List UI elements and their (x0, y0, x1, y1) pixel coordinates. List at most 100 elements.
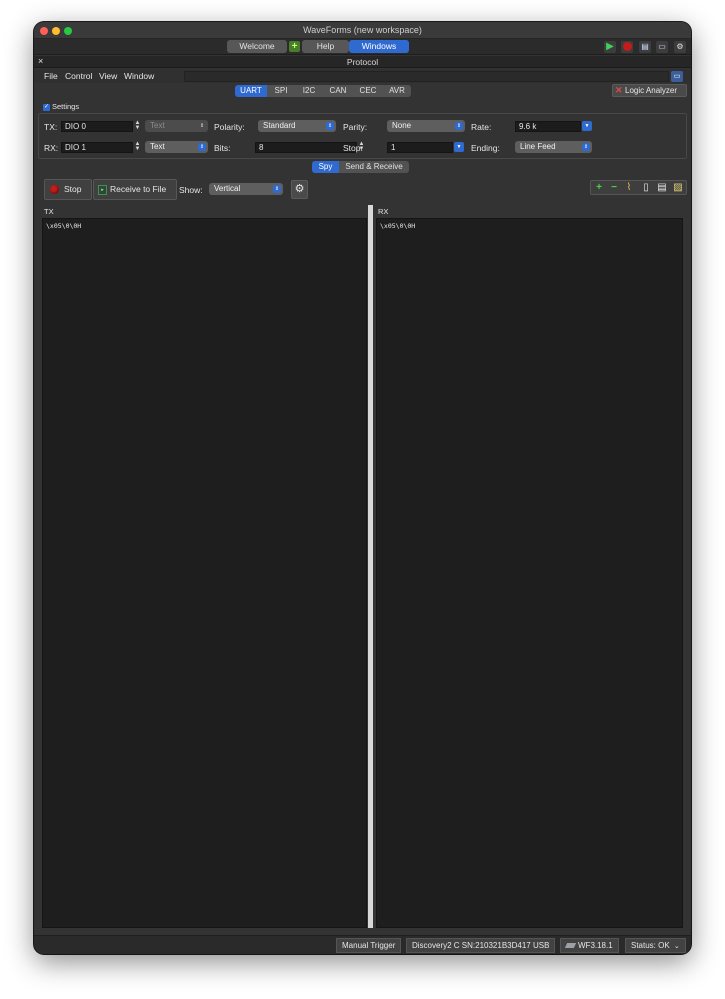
chevron-updown-icon: ⇕ (273, 185, 281, 193)
rx-label: RX: (44, 143, 59, 153)
tx-format-value: Text (150, 121, 165, 130)
status-indicator[interactable]: Status: OK ⌄ (625, 938, 686, 953)
protocol-header: × Protocol (34, 56, 691, 68)
tab-spy[interactable]: Spy (312, 161, 339, 173)
settings-panel: TX: DIO 0 ▲ ▼ Text ⇕ Polarity: Standard ⇕… (38, 113, 687, 159)
gear-icon[interactable]: ⚙ (674, 41, 686, 53)
bits-label: Bits: (214, 143, 231, 153)
tab-uart[interactable]: UART (235, 85, 267, 97)
device-status[interactable]: Discovery2 C SN:210321B3D417 USB (406, 938, 556, 953)
receive-to-file-label: Receive to File (110, 184, 167, 194)
ending-label: Ending: (471, 143, 500, 153)
display-settings-gear-icon[interactable]: ⚙ (291, 180, 308, 199)
tab-avr[interactable]: AVR (383, 85, 411, 97)
tx-pane-label: TX (44, 207, 54, 216)
rx-text-area[interactable]: \x05\0\0H (376, 218, 683, 928)
windows-icon[interactable]: ▤ (639, 41, 651, 53)
tx-text-area[interactable]: \x05\0\0H (42, 218, 367, 928)
version-badge: WF3.18.1 (560, 938, 619, 953)
stop-field[interactable]: 1 (387, 142, 453, 153)
stop-record-icon (50, 185, 59, 194)
tx-label: TX: (44, 122, 58, 132)
chevron-updown-icon: ⇕ (199, 123, 205, 129)
menu-control[interactable]: Control (65, 71, 92, 81)
add-instrument-icon[interactable]: + (289, 41, 300, 52)
window-title: WaveForms (new workspace) (303, 25, 422, 35)
status-label: Status: OK (631, 941, 670, 950)
logic-analyzer-icon: ✕ (615, 85, 623, 95)
checkbox-check-icon[interactable]: ✓ (43, 103, 50, 111)
rate-label: Rate: (471, 122, 492, 132)
tab-welcome[interactable]: Welcome (227, 40, 287, 53)
logic-analyzer-button[interactable]: ✕ Logic Analyzer (612, 84, 687, 97)
chevron-down-icon: ⌄ (673, 943, 680, 950)
tx-pin-field[interactable]: DIO 0 (61, 121, 133, 132)
pane-splitter[interactable] (368, 205, 373, 928)
app-window: WaveForms (new workspace) Welcome + Help… (34, 22, 691, 954)
rx-pane: RX \x05\0\0H (376, 205, 683, 928)
polarity-value: Standard (263, 121, 296, 130)
settings-label: Settings (52, 102, 80, 111)
polarity-select[interactable]: Standard ⇕ (258, 120, 336, 132)
show-select[interactable]: Vertical ⇕ (209, 183, 283, 195)
menu-spacer-field (184, 71, 669, 82)
tab-send-receive[interactable]: Send & Receive (339, 161, 409, 173)
ending-value: Line Feed (520, 142, 556, 151)
clear-broom-icon[interactable]: ⌇ (623, 182, 635, 194)
stop-dropdown-icon[interactable]: ▼ (454, 142, 464, 152)
rx-pane-label: RX (378, 207, 389, 216)
add-icon[interactable]: + (593, 182, 605, 194)
rx-content: \x05\0\0H (380, 222, 416, 230)
show-label: Show: (179, 185, 203, 195)
copy-icon[interactable]: ▯ (640, 182, 652, 194)
rx-pin-stepper[interactable]: ▲ ▼ (134, 141, 141, 153)
tx-content: \x05\0\0H (46, 222, 82, 230)
parity-label: Parity: (343, 122, 368, 132)
rate-field[interactable]: 9.6 k (515, 121, 581, 132)
file-icon: ▸ (98, 185, 107, 195)
tab-can[interactable]: CAN (323, 85, 353, 97)
dock-icon[interactable]: ▭ (671, 71, 683, 82)
layout-icon[interactable]: ▭ (656, 41, 668, 53)
rate-dropdown-icon[interactable]: ▼ (582, 121, 592, 131)
rx-format-select[interactable]: Text ⇕ (145, 141, 208, 153)
top-toolbar: Welcome + Help Windows ▶ ▤ ▭ ⚙ (34, 39, 691, 55)
stop-label: Stop: (343, 143, 363, 153)
export-icon[interactable]: ▨ (672, 182, 684, 194)
tx-pin-stepper[interactable]: ▲ ▼ (134, 120, 141, 132)
tab-i2c[interactable]: I2C (295, 85, 323, 97)
polarity-label: Polarity: (214, 122, 245, 132)
chevron-updown-icon: ⇕ (455, 122, 463, 130)
play-icon[interactable]: ▶ (604, 41, 616, 53)
chevron-updown-icon: ⇕ (582, 143, 590, 151)
receive-to-file-button[interactable]: ▸ Receive to File (93, 179, 177, 200)
manual-trigger-button[interactable]: Manual Trigger (336, 938, 402, 953)
tab-spi[interactable]: SPI (267, 85, 295, 97)
save-icon[interactable]: ▤ (656, 182, 668, 194)
show-value: Vertical (214, 184, 241, 193)
menu-window[interactable]: Window (124, 71, 154, 81)
device-icon (564, 943, 577, 949)
spy-toolbar: Stop ▸ Receive to File Show: Vertical ⇕ … (38, 175, 687, 204)
tx-pane: TX \x05\0\0H (42, 205, 367, 928)
bits-field[interactable]: 8 (255, 142, 357, 153)
parity-value: None (392, 121, 412, 130)
settings-toggle[interactable]: ✓ Settings (43, 102, 79, 111)
ending-select[interactable]: Line Feed ⇕ (515, 141, 592, 153)
menu-bar: File Control View Window ▭ (34, 69, 691, 83)
tx-format-select[interactable]: Text ⇕ (145, 120, 208, 132)
title-bar: WaveForms (new workspace) (34, 22, 691, 39)
record-icon[interactable] (621, 41, 633, 53)
rx-pin-field[interactable]: DIO 1 (61, 142, 133, 153)
chevron-updown-icon: ⇕ (326, 122, 334, 130)
menu-view[interactable]: View (99, 71, 117, 81)
parity-select[interactable]: None ⇕ (387, 120, 465, 132)
tab-cec[interactable]: CEC (353, 85, 383, 97)
protocol-title: Protocol (346, 57, 379, 67)
remove-icon[interactable]: − (608, 182, 620, 194)
stop-button[interactable]: Stop (44, 179, 92, 200)
menu-file[interactable]: File (44, 71, 58, 81)
tab-windows[interactable]: Windows (349, 40, 409, 53)
tab-help[interactable]: Help (302, 40, 349, 53)
status-bar: Manual Trigger Discovery2 C SN:210321B3D… (34, 935, 691, 954)
